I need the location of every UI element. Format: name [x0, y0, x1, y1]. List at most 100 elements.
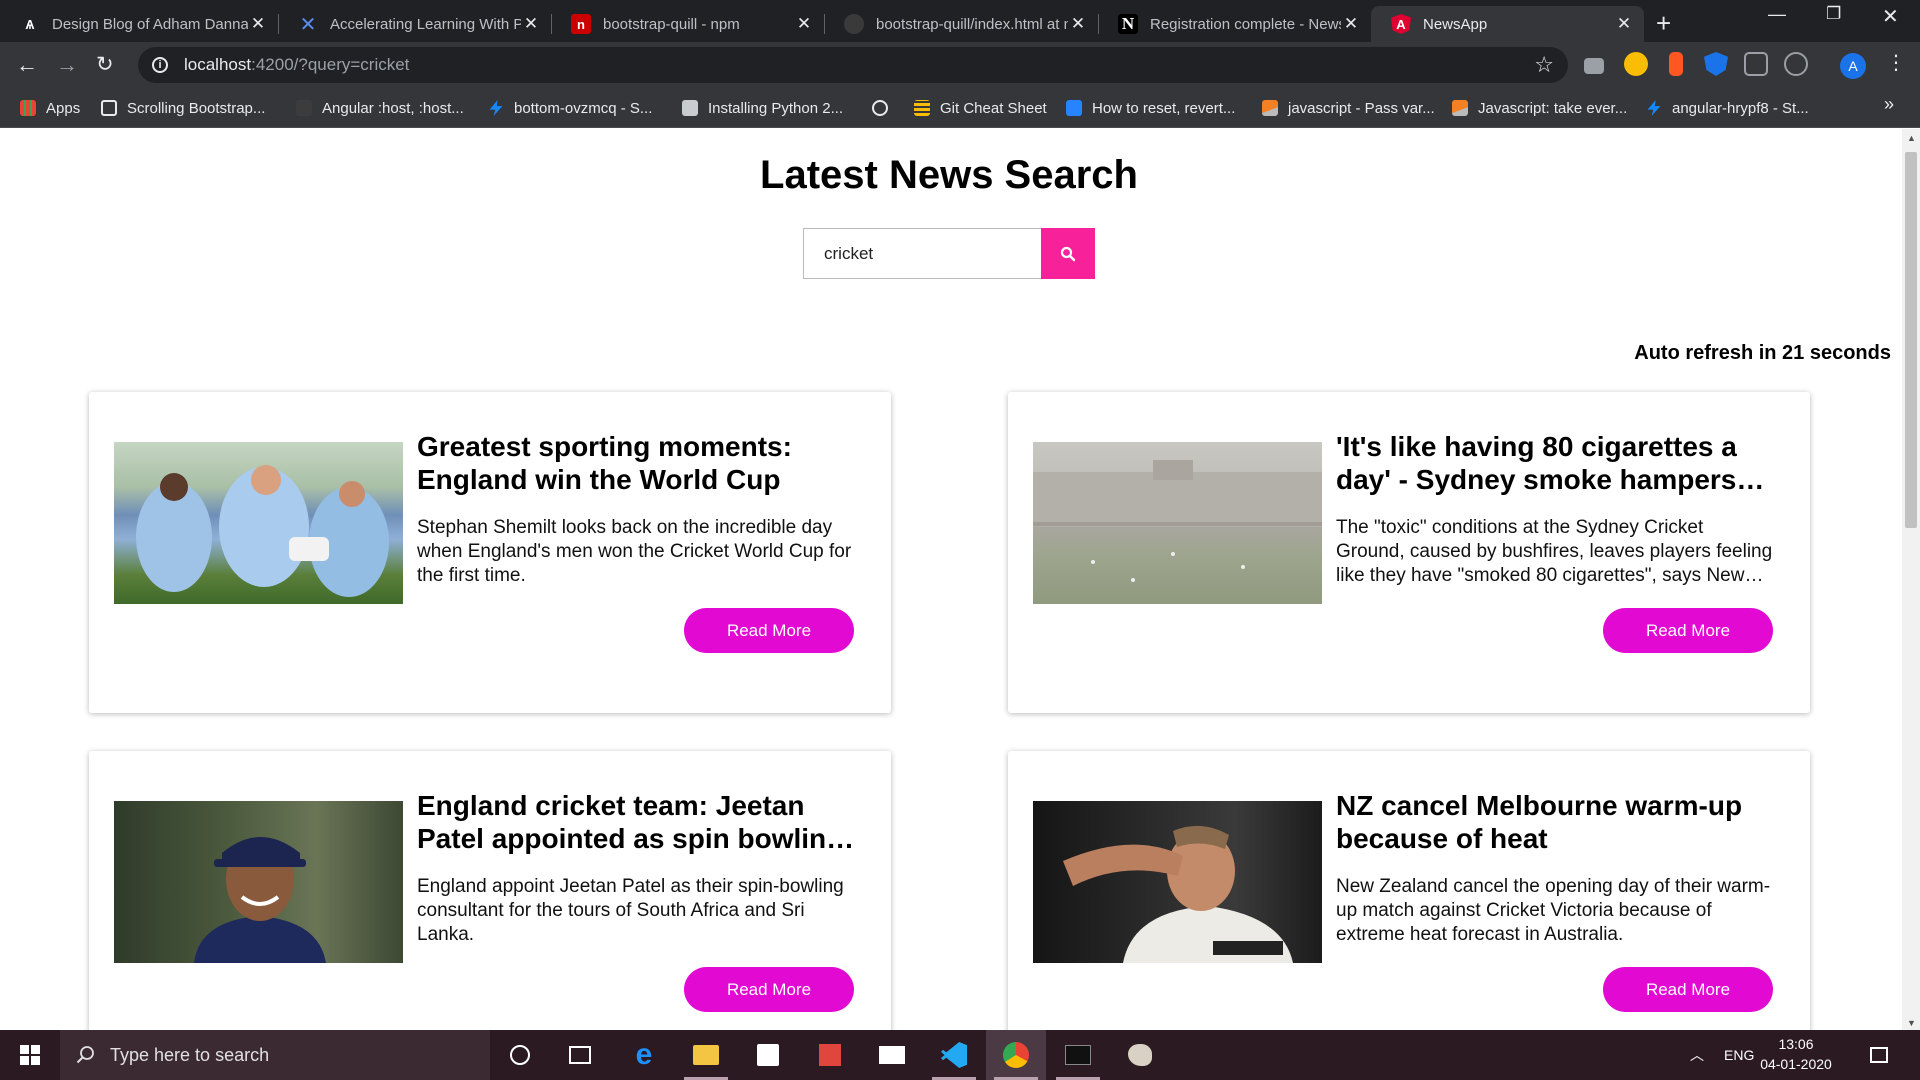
system-clock[interactable]: 13:06 04-01-2020 — [1760, 1034, 1832, 1074]
show-hidden-icons-chevron[interactable]: ︿ — [1690, 1030, 1704, 1080]
tab-title: NewsApp — [1423, 15, 1488, 33]
tab-newsapp[interactable]: A NewsApp ✕ — [1371, 6, 1644, 42]
search-button[interactable] — [1041, 228, 1095, 279]
page-viewport: Latest News Search Auto refresh in 21 se… — [0, 129, 1902, 1030]
search-input[interactable] — [803, 228, 1041, 279]
clock-time: 13:06 — [1778, 1036, 1814, 1052]
bookmark-javascript-pass-var[interactable]: javascript - Pass var... — [1262, 88, 1435, 128]
tab-newsapi-registration[interactable]: N Registration complete - NewsAPI ✕ — [1098, 6, 1371, 42]
stack-icon — [914, 100, 930, 116]
taskbar-file-explorer[interactable] — [676, 1030, 736, 1080]
close-tab-icon[interactable]: ✕ — [521, 14, 541, 34]
article-title[interactable]: 'It's like having 80 cigarettes a day' -… — [1336, 430, 1776, 496]
action-center-button[interactable] — [1870, 1030, 1888, 1080]
bookmark-git-cheat-sheet[interactable]: Git Cheat Sheet — [914, 88, 1047, 128]
article-title[interactable]: Greatest sporting moments: England win t… — [417, 430, 857, 496]
bookmark-label: Scrolling Bootstrap... — [127, 99, 266, 117]
bookmark-how-to-reset[interactable]: How to reset, revert... — [1066, 88, 1235, 128]
close-tab-icon[interactable]: ✕ — [794, 14, 814, 34]
taskbar-gift-app[interactable] — [800, 1030, 860, 1080]
task-view-button[interactable] — [550, 1030, 610, 1080]
news-card: 'It's like having 80 cigarettes a day' -… — [1008, 392, 1810, 713]
bookmark-javascript-take-ever[interactable]: Javascript: take ever... — [1452, 88, 1627, 128]
bookmark-scrolling-bootstrap[interactable]: Scrolling Bootstrap... — [101, 88, 265, 128]
bookmark-label: How to reset, revert... — [1092, 99, 1236, 117]
bookmark-bottom-ovzmcq[interactable]: bottom-ovzmcq - S... — [488, 88, 652, 128]
article-thumbnail — [114, 801, 403, 963]
taskbar-search-box[interactable]: Type here to search — [60, 1030, 490, 1080]
taskbar-chrome[interactable] — [986, 1030, 1046, 1080]
taskbar-mail[interactable] — [862, 1030, 922, 1080]
profile-avatar[interactable]: A — [1840, 53, 1866, 79]
orange-extension-icon[interactable] — [1669, 52, 1683, 76]
reload-icon[interactable]: ↻ — [96, 52, 114, 77]
tab-github-index[interactable]: bootstrap-quill/index.html at master ✕ — [824, 6, 1099, 42]
tab-title: Registration complete - NewsAPI — [1150, 15, 1341, 33]
taskbar-terminal[interactable] — [1048, 1030, 1108, 1080]
bookmark-star-icon[interactable]: ☆ — [1534, 52, 1554, 78]
document-icon — [682, 100, 698, 116]
search-icon — [76, 1046, 94, 1064]
cortana-button[interactable] — [490, 1030, 550, 1080]
bookmark-apps[interactable]: Apps — [20, 88, 80, 128]
taskbar-paint[interactable] — [1110, 1030, 1170, 1080]
address-host: localhost — [184, 55, 252, 74]
address-bar[interactable]: i localhost :4200/?query=cricket ☆ — [138, 47, 1568, 83]
read-more-button[interactable]: Read More — [684, 967, 854, 1012]
task-view-icon — [569, 1046, 591, 1064]
tab-npm-bootstrap-quill[interactable]: n bootstrap-quill - npm ✕ — [551, 6, 825, 42]
read-more-button[interactable]: Read More — [1603, 967, 1773, 1012]
forward-arrow-icon[interactable]: → — [56, 52, 78, 78]
restore-window-icon[interactable]: ❐ — [1826, 4, 1841, 24]
cast-extension-icon[interactable] — [1784, 52, 1808, 76]
minimize-window-icon[interactable]: — — [1768, 4, 1786, 25]
bookmark-angular-host[interactable]: Angular :host, :host... — [296, 88, 464, 128]
close-tab-icon[interactable]: ✕ — [248, 14, 268, 34]
store-bag-icon — [757, 1044, 779, 1066]
page-scrollbar[interactable]: ▲ ▼ — [1902, 129, 1920, 1030]
blank-page-icon — [296, 100, 312, 116]
mail-icon — [879, 1046, 905, 1064]
tab-accelerating-learning[interactable]: ✕ Accelerating Learning With Python ✕ — [278, 6, 552, 42]
bookmark-installing-python[interactable]: Installing Python 2... — [682, 88, 843, 128]
scrollbar-thumb[interactable] — [1905, 152, 1917, 528]
shield-extension-icon[interactable] — [1704, 52, 1728, 76]
start-button[interactable] — [0, 1030, 60, 1080]
article-title[interactable]: NZ cancel Melbourne warm-up because of h… — [1336, 789, 1776, 855]
smoky-stadium-illustration — [1033, 460, 1322, 582]
taskbar-store[interactable] — [738, 1030, 798, 1080]
site-info-icon[interactable]: i — [152, 57, 168, 73]
frame-extension-icon[interactable] — [1744, 52, 1768, 76]
scroll-down-arrow-icon[interactable]: ▼ — [1907, 1018, 1916, 1028]
close-window-icon[interactable]: ✕ — [1882, 4, 1899, 29]
chrome-icon — [1003, 1042, 1029, 1068]
bookmark-label: Installing Python 2... — [708, 99, 844, 117]
read-more-button[interactable]: Read More — [684, 608, 854, 653]
article-description: The "toxic" conditions at the Sydney Cri… — [1336, 517, 1773, 586]
stackblitz-bolt-icon — [1647, 100, 1661, 116]
chrome-menu-icon[interactable]: ⋮ — [1886, 50, 1906, 75]
player-wiping-face-illustration — [1063, 825, 1293, 963]
language-indicator[interactable]: ENG — [1724, 1030, 1754, 1080]
taskbar-edge[interactable]: e — [614, 1030, 674, 1080]
bookmark-angular-hrypf8[interactable]: angular-hrypf8 - St... — [1646, 88, 1809, 128]
camera-extension-icon[interactable] — [1584, 58, 1604, 74]
tab-adham-blog[interactable]: Ѧ Design Blog of Adham Dannaway ✕ — [0, 6, 279, 42]
bookmark-label: bottom-ovzmcq - S... — [514, 99, 653, 117]
news-card: Greatest sporting moments: England win t… — [89, 392, 891, 713]
bookmark-globe[interactable] — [872, 88, 898, 128]
more-bookmarks-chevron-icon[interactable]: » — [1884, 94, 1894, 115]
codepen-icon — [101, 100, 117, 116]
paint-palette-icon — [1128, 1044, 1152, 1066]
new-tab-plus-icon[interactable]: + — [1656, 8, 1671, 39]
close-tab-icon[interactable]: ✕ — [1068, 14, 1088, 34]
yellow-extension-icon[interactable] — [1624, 52, 1648, 76]
taskbar-vscode[interactable] — [924, 1030, 984, 1080]
back-arrow-icon[interactable]: ← — [16, 52, 38, 78]
close-tab-icon[interactable]: ✕ — [1341, 14, 1361, 34]
scroll-up-arrow-icon[interactable]: ▲ — [1907, 133, 1916, 143]
browser-toolbar: ← → ↻ i localhost :4200/?query=cricket ☆ — [0, 42, 1920, 88]
read-more-button[interactable]: Read More — [1603, 608, 1773, 653]
close-tab-icon[interactable]: ✕ — [1614, 14, 1634, 34]
article-title[interactable]: England cricket team: Jeetan Patel appoi… — [417, 789, 857, 855]
